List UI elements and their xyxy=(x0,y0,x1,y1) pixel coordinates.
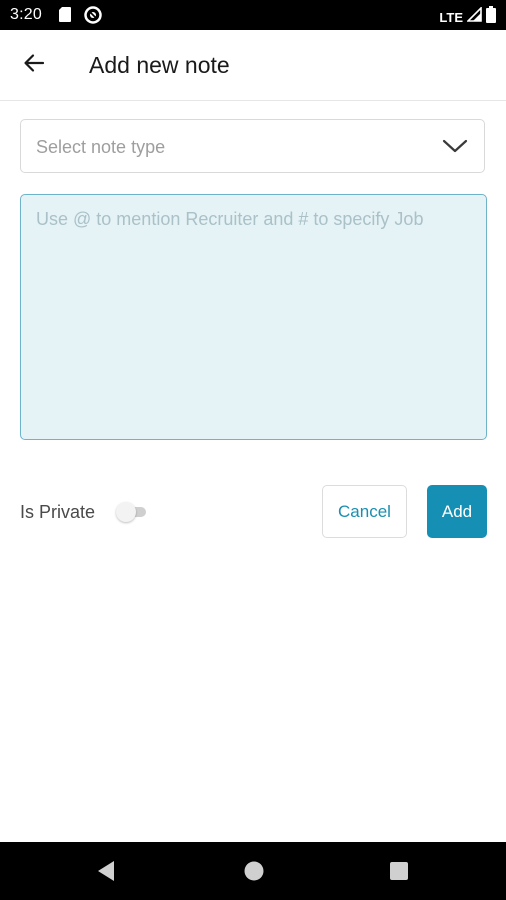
back-button[interactable] xyxy=(14,45,54,85)
arrow-left-icon xyxy=(22,51,46,80)
signal-icon xyxy=(466,6,482,27)
note-type-select[interactable]: Select note type xyxy=(20,119,485,173)
note-type-placeholder: Select note type xyxy=(36,137,166,157)
network-label: LTE xyxy=(439,9,463,25)
battery-icon xyxy=(486,6,496,28)
status-bar: 3:20 LTE xyxy=(0,0,506,30)
nav-bar xyxy=(0,842,506,900)
status-time: 3:20 xyxy=(10,6,42,23)
back-triangle-icon[interactable] xyxy=(96,860,116,887)
is-private-toggle[interactable] xyxy=(116,502,148,522)
add-button[interactable]: Add xyxy=(427,485,487,538)
app-bar: Add new note xyxy=(0,30,506,101)
chevron-down-icon xyxy=(442,136,468,161)
toggle-thumb xyxy=(116,502,136,522)
note-textarea[interactable] xyxy=(20,194,487,440)
home-circle-icon[interactable] xyxy=(243,860,265,887)
sd-card-icon xyxy=(58,6,72,28)
status-right: LTE xyxy=(439,6,496,28)
cancel-button[interactable]: Cancel xyxy=(322,485,407,538)
is-private-label: Is Private xyxy=(20,502,96,522)
recents-square-icon[interactable] xyxy=(389,860,409,887)
sync-icon xyxy=(84,6,102,29)
screen: 3:20 LTE Add new note Select note type U… xyxy=(0,0,506,900)
page-title: Add new note xyxy=(89,52,230,78)
